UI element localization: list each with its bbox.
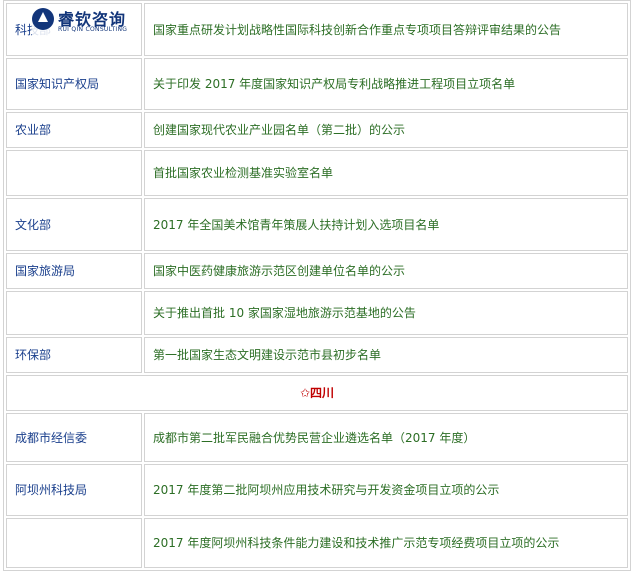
dept-cell: 文化部 xyxy=(6,198,142,251)
dept-cell xyxy=(6,518,142,568)
notice-table: 科技部 国家重点研发计划战略性国际科技创新合作重点专项项目答辩评审结果的公告 国… xyxy=(3,0,631,571)
star-icon: ✩ xyxy=(299,386,311,400)
section-heading: ✩四川 xyxy=(6,375,628,411)
table-row: 关于推出首批 10 家国家湿地旅游示范基地的公告 xyxy=(6,291,628,335)
notice-link[interactable]: 成都市第二批军民融合优势民营企业遴选名单（2017 年度） xyxy=(144,413,628,462)
notice-link[interactable]: 2017 年全国美术馆青年策展人扶持计划入选项目名单 xyxy=(144,198,628,251)
table-row: 阿坝州科技局 2017 年度第二批阿坝州应用技术研究与开发资金项目立项的公示 xyxy=(6,464,628,516)
dept-cell: 成都市经信委 xyxy=(6,413,142,462)
table-row: 环保部 第一批国家生态文明建设示范市县初步名单 xyxy=(6,337,628,373)
table-row: 国家知识产权局 关于印发 2017 年度国家知识产权局专利战略推进工程项目立项名… xyxy=(6,58,628,110)
table-row: 2017 年度阿坝州科技条件能力建设和技术推广示范专项经费项目立项的公示 xyxy=(6,518,628,568)
logo-en-text: RUI QIN CONSULTING xyxy=(58,26,128,33)
dept-cell xyxy=(6,291,142,335)
logo-icon xyxy=(32,8,54,30)
dept-cell: 阿坝州科技局 xyxy=(6,464,142,516)
table-row: 文化部 2017 年全国美术馆青年策展人扶持计划入选项目名单 xyxy=(6,198,628,251)
dept-cell: 国家旅游局 xyxy=(6,253,142,289)
table-row: 首批国家农业检测基准实验室名单 xyxy=(6,150,628,196)
table-row: 成都市经信委 成都市第二批军民融合优势民营企业遴选名单（2017 年度） xyxy=(6,413,628,462)
notice-link[interactable]: 创建国家现代农业产业园名单（第二批）的公示 xyxy=(144,112,628,148)
notice-link[interactable]: 2017 年度阿坝州科技条件能力建设和技术推广示范专项经费项目立项的公示 xyxy=(144,518,628,568)
notice-link[interactable]: 关于推出首批 10 家国家湿地旅游示范基地的公告 xyxy=(144,291,628,335)
notice-link[interactable]: 首批国家农业检测基准实验室名单 xyxy=(144,150,628,196)
table-row: 农业部 创建国家现代农业产业园名单（第二批）的公示 xyxy=(6,112,628,148)
notice-link[interactable]: 2017 年度第二批阿坝州应用技术研究与开发资金项目立项的公示 xyxy=(144,464,628,516)
notice-link[interactable]: 国家中医药健康旅游示范区创建单位名单的公示 xyxy=(144,253,628,289)
section-row: ✩四川 xyxy=(6,375,628,411)
dept-cell: 农业部 xyxy=(6,112,142,148)
section-title: 四川 xyxy=(310,386,335,400)
notice-link[interactable]: 关于印发 2017 年度国家知识产权局专利战略推进工程项目立项名单 xyxy=(144,58,628,110)
table-row: 国家旅游局 国家中医药健康旅游示范区创建单位名单的公示 xyxy=(6,253,628,289)
dept-cell xyxy=(6,150,142,196)
company-logo: 睿钦咨询 RUI QIN CONSULTING xyxy=(32,4,135,40)
notice-link[interactable]: 第一批国家生态文明建设示范市县初步名单 xyxy=(144,337,628,373)
notice-link[interactable]: 国家重点研发计划战略性国际科技创新合作重点专项项目答辩评审结果的公告 xyxy=(144,3,628,56)
dept-cell: 国家知识产权局 xyxy=(6,58,142,110)
dept-cell: 环保部 xyxy=(6,337,142,373)
